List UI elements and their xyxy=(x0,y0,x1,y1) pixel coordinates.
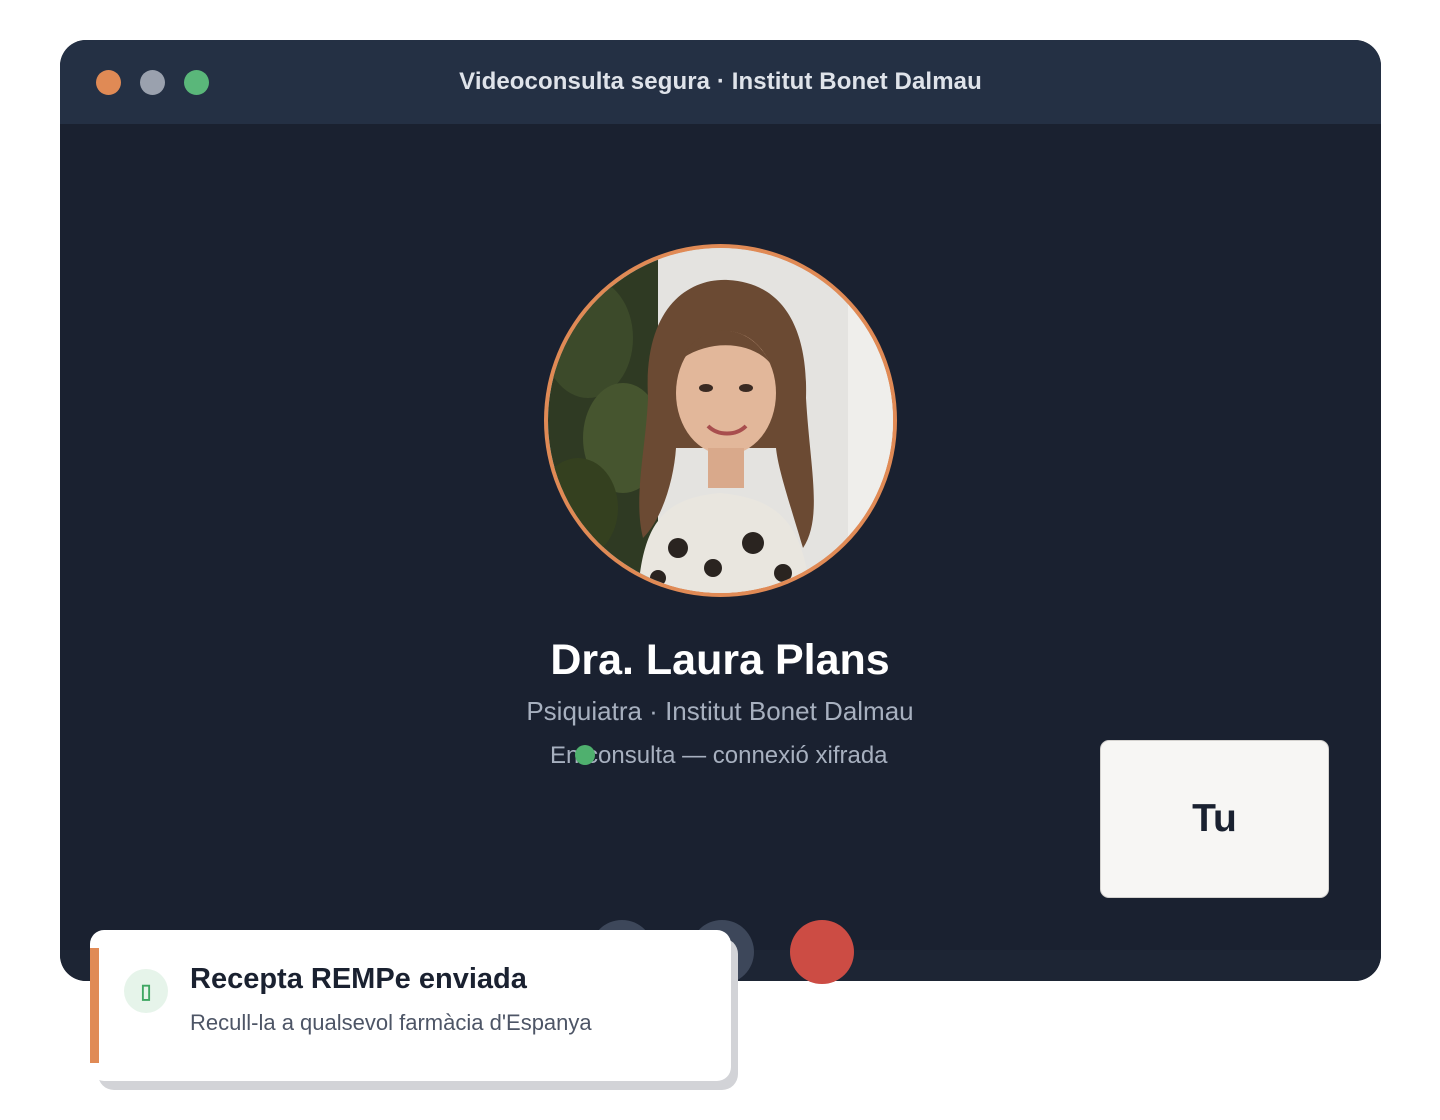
self-video-tile[interactable]: Tu xyxy=(1100,740,1329,898)
hang-up-button[interactable] xyxy=(790,920,854,984)
self-video-label: Tu xyxy=(1192,797,1237,840)
mobile-icon: ▯ xyxy=(124,969,168,1013)
doctor-avatar-ring xyxy=(544,244,897,597)
toast-subtitle: Recull-la a qualsevol farmàcia d'Espanya xyxy=(190,1010,592,1035)
call-status-text: En consulta — connexió xifrada xyxy=(550,742,888,769)
toast-title: Recepta REMPe enviada xyxy=(190,963,527,995)
prescription-toast[interactable]: ▯ Recepta REMPe enviada Recull-la a qual… xyxy=(90,930,731,1081)
doctor-photo xyxy=(548,248,893,593)
connection-status-dot xyxy=(575,745,595,765)
doctor-role: Psiquiatra · Institut Bonet Dalmau xyxy=(526,696,914,726)
doctor-avatar xyxy=(548,248,893,593)
window-title: Videoconsulta segura · Institut Bonet Da… xyxy=(459,68,982,95)
window-titlebar: Videoconsulta segura · Institut Bonet Da… xyxy=(60,40,1381,124)
toast-accent-bar xyxy=(90,948,99,1063)
doctor-name: Dra. Laura Plans xyxy=(550,636,890,684)
